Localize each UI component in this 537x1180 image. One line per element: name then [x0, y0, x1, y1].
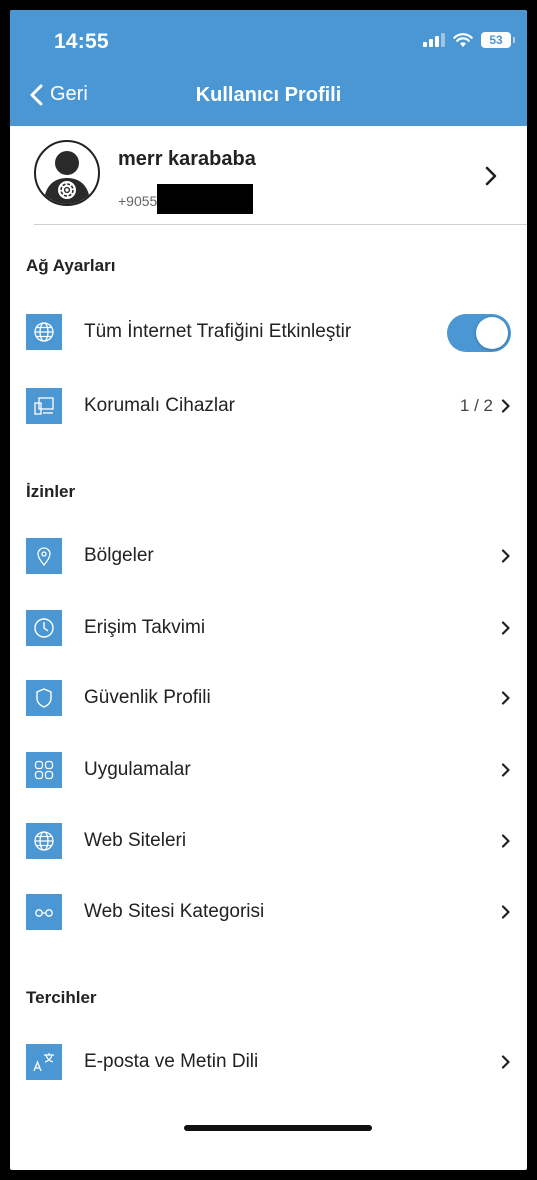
row-applications[interactable]: Uygulamalar: [10, 740, 527, 800]
row-label: Tüm İnternet Trafiğini Etkinleştir: [84, 321, 352, 342]
devices-icon: [26, 388, 62, 424]
chevron-right-icon: [501, 549, 510, 563]
row-label: Bölgeler: [84, 545, 154, 566]
section-title-preferences: Tercihler: [26, 988, 97, 1007]
row-regions[interactable]: Bölgeler: [10, 526, 527, 586]
row-label: Güvenlik Profili: [84, 687, 211, 708]
device-frame: 14:55 53 Geri Kullanıcı Profili merr kar…: [0, 0, 537, 1180]
avatar: [34, 140, 100, 206]
clock-icon: [26, 610, 62, 646]
screen: 14:55 53 Geri Kullanıcı Profili merr kar…: [10, 10, 527, 1170]
row-website-category[interactable]: Web Sitesi Kategorisi: [10, 882, 527, 942]
section-title-network: Ağ Ayarları: [26, 256, 116, 275]
status-time: 14:55: [54, 30, 109, 53]
globe-icon: [26, 314, 62, 350]
status-icons: 53: [423, 32, 515, 48]
row-security-profile[interactable]: Güvenlik Profili: [10, 668, 527, 728]
row-websites[interactable]: Web Siteleri: [10, 811, 527, 871]
profile-phone-text: +9055: [118, 193, 158, 209]
apps-grid-icon: [26, 752, 62, 788]
row-label: Web Siteleri: [84, 830, 187, 851]
chevron-right-icon: [501, 399, 510, 413]
shield-icon: [26, 680, 62, 716]
toggle-knob: [476, 317, 508, 349]
chevron-right-icon: [501, 834, 510, 848]
home-indicator: [184, 1125, 372, 1131]
signal-icon: [423, 33, 445, 47]
glasses-icon: [26, 894, 62, 930]
all-traffic-toggle[interactable]: [447, 314, 511, 352]
device-count: 1 / 2: [459, 396, 493, 415]
row-label: Uygulamalar: [84, 759, 191, 780]
divider: [34, 224, 527, 225]
user-settings-icon: [44, 151, 90, 204]
row-email-language[interactable]: E-posta ve Metin Dili: [10, 1032, 527, 1092]
translate-icon: [26, 1044, 62, 1080]
navigation-header: 14:55 53 Geri Kullanıcı Profili: [10, 10, 527, 126]
chevron-right-icon: [501, 621, 510, 635]
chevron-right-icon: [501, 905, 510, 919]
redaction-bar: [157, 184, 254, 214]
row-access-schedule[interactable]: Erişim Takvimi: [10, 598, 527, 658]
row-label: Erişim Takvimi: [84, 617, 206, 638]
chevron-right-icon: [501, 763, 510, 777]
globe-icon: [26, 823, 62, 859]
row-protected-devices[interactable]: Korumalı Cihazlar 1 / 2: [10, 376, 527, 436]
profile-phone: +9055: [118, 184, 254, 216]
location-pin-icon: [26, 538, 62, 574]
profile-card[interactable]: merr karababa +9055: [10, 126, 527, 226]
row-all-traffic[interactable]: Tüm İnternet Trafiğini Etkinleştir: [10, 302, 527, 362]
profile-name: merr karababa: [118, 148, 256, 170]
row-label: Korumalı Cihazlar: [84, 395, 235, 416]
chevron-right-icon: [501, 1055, 510, 1069]
section-title-permissions: İzinler: [26, 482, 76, 501]
page-title: Kullanıcı Profili: [195, 84, 342, 106]
chevron-right-icon: [501, 691, 510, 705]
wifi-icon: [453, 32, 473, 47]
chevron-right-icon: [485, 166, 497, 186]
row-label: E-posta ve Metin Dili: [84, 1051, 259, 1072]
battery-icon: 53: [481, 32, 515, 48]
row-label: Web Sitesi Kategorisi: [84, 901, 265, 922]
